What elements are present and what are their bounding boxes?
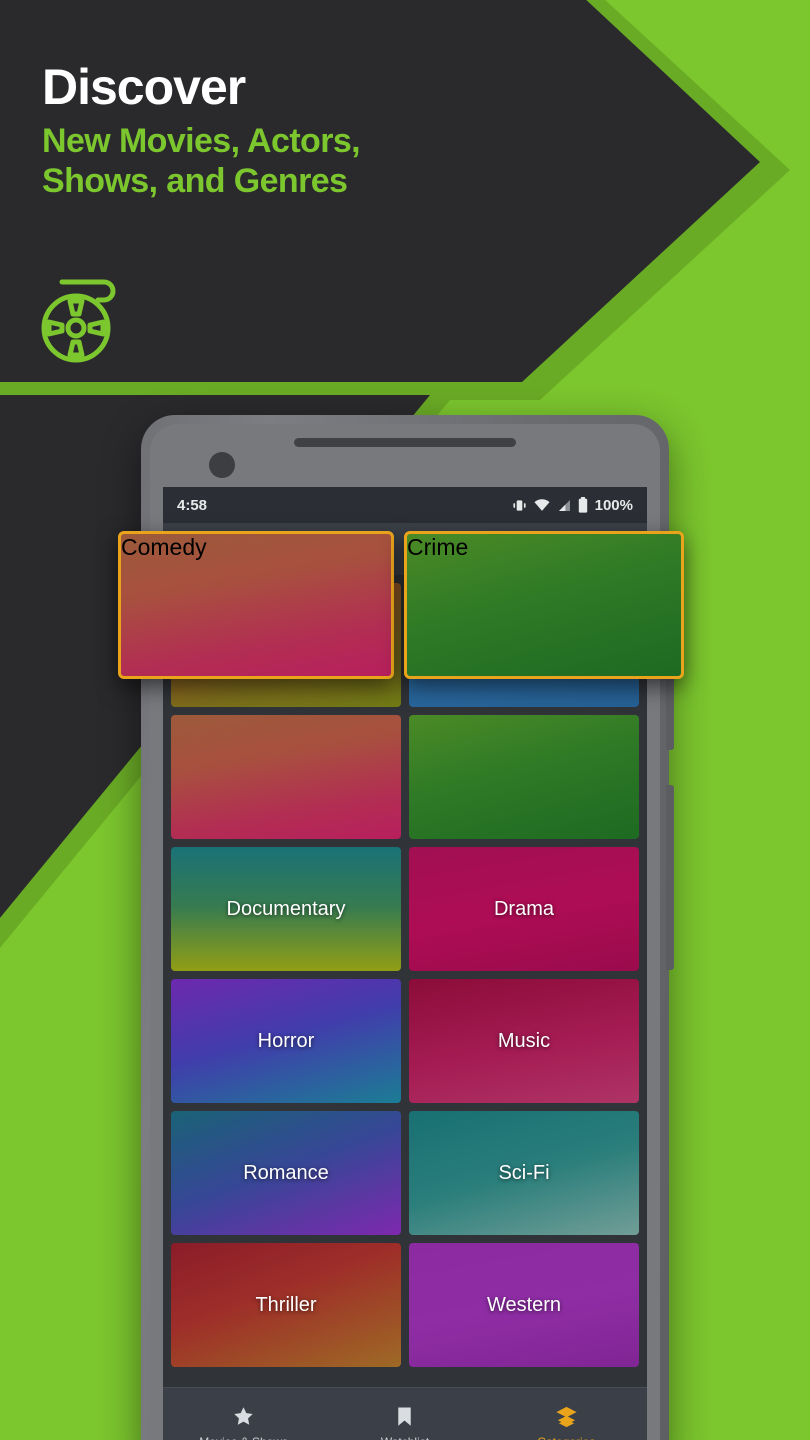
genre-tile-drama[interactable]: Drama — [409, 847, 639, 971]
battery-icon — [578, 497, 587, 513]
poster-subheadline-line2: Shows, and Genres — [42, 162, 348, 201]
nav-item-watchlist[interactable]: Watchlist — [325, 1405, 485, 1440]
genre-tile-label: Sci-Fi — [498, 1161, 550, 1184]
phone-mockup: 4:58 100% Documentary Drama Horror Music… — [118, 415, 684, 1440]
vibrate-icon — [513, 499, 526, 511]
signal-icon — [558, 499, 570, 511]
genre-tile-crime-slot — [409, 715, 639, 839]
phone-speaker-grille — [294, 438, 516, 447]
genre-tile-label: Thriller — [255, 1293, 317, 1316]
star-icon — [234, 1407, 253, 1425]
genre-tile-label: Music — [497, 1029, 551, 1052]
genre-grid: Action/Adventure Animation Documentary D… — [163, 575, 647, 1367]
bookmark-icon — [398, 1407, 412, 1426]
genre-tile-comedy-selected[interactable]: Comedy — [118, 531, 394, 679]
genre-tile-label: Crime — [407, 534, 469, 560]
phone-front-camera — [209, 452, 235, 478]
status-bar: 4:58 100% — [163, 487, 647, 523]
phone-volume-button[interactable] — [666, 785, 674, 970]
genre-tile-label: Western — [486, 1293, 562, 1316]
nav-item-categories[interactable]: Categories — [486, 1405, 646, 1440]
phone-power-button[interactable] — [666, 670, 674, 750]
nav-item-movies-shows[interactable]: Movies & Shows — [164, 1405, 324, 1440]
wifi-icon — [534, 498, 550, 511]
genre-tile-label: Comedy — [121, 534, 207, 560]
genre-tile-label: Romance — [243, 1161, 329, 1184]
genre-tile-label: Documentary — [226, 897, 346, 920]
genre-tile-sci-fi[interactable]: Sci-Fi — [409, 1111, 639, 1235]
genre-tile-crime-selected[interactable]: Crime — [404, 531, 684, 679]
poster-headline-block: Discover New Movies, Actors, Shows, and … — [42, 59, 361, 201]
film-reel-icon — [40, 272, 122, 369]
nav-label: Watchlist — [381, 1435, 429, 1440]
genre-tile-label: Drama — [493, 897, 554, 920]
status-time: 4:58 — [177, 496, 208, 514]
battery-percent: 100% — [594, 496, 633, 514]
genre-tile-romance[interactable]: Romance — [171, 1111, 401, 1235]
bottom-navigation: Movies & Shows Watchlist Categories — [163, 1387, 647, 1440]
genre-tile-western[interactable]: Western — [409, 1243, 639, 1367]
genre-tile-documentary[interactable]: Documentary — [171, 847, 401, 971]
genre-tile-thriller[interactable]: Thriller — [171, 1243, 401, 1367]
genre-tile-music[interactable]: Music — [409, 979, 639, 1103]
genre-tile-comedy-slot — [171, 715, 401, 839]
poster-headline: Discover — [42, 59, 246, 115]
genre-tile-horror[interactable]: Horror — [171, 979, 401, 1103]
nav-label: Categories — [537, 1435, 595, 1440]
poster-subheadline-line1: New Movies, Actors, — [42, 122, 361, 160]
genre-tile-label: Horror — [257, 1029, 315, 1052]
nav-label: Movies & Shows — [199, 1435, 288, 1440]
layers-icon — [556, 1406, 577, 1428]
